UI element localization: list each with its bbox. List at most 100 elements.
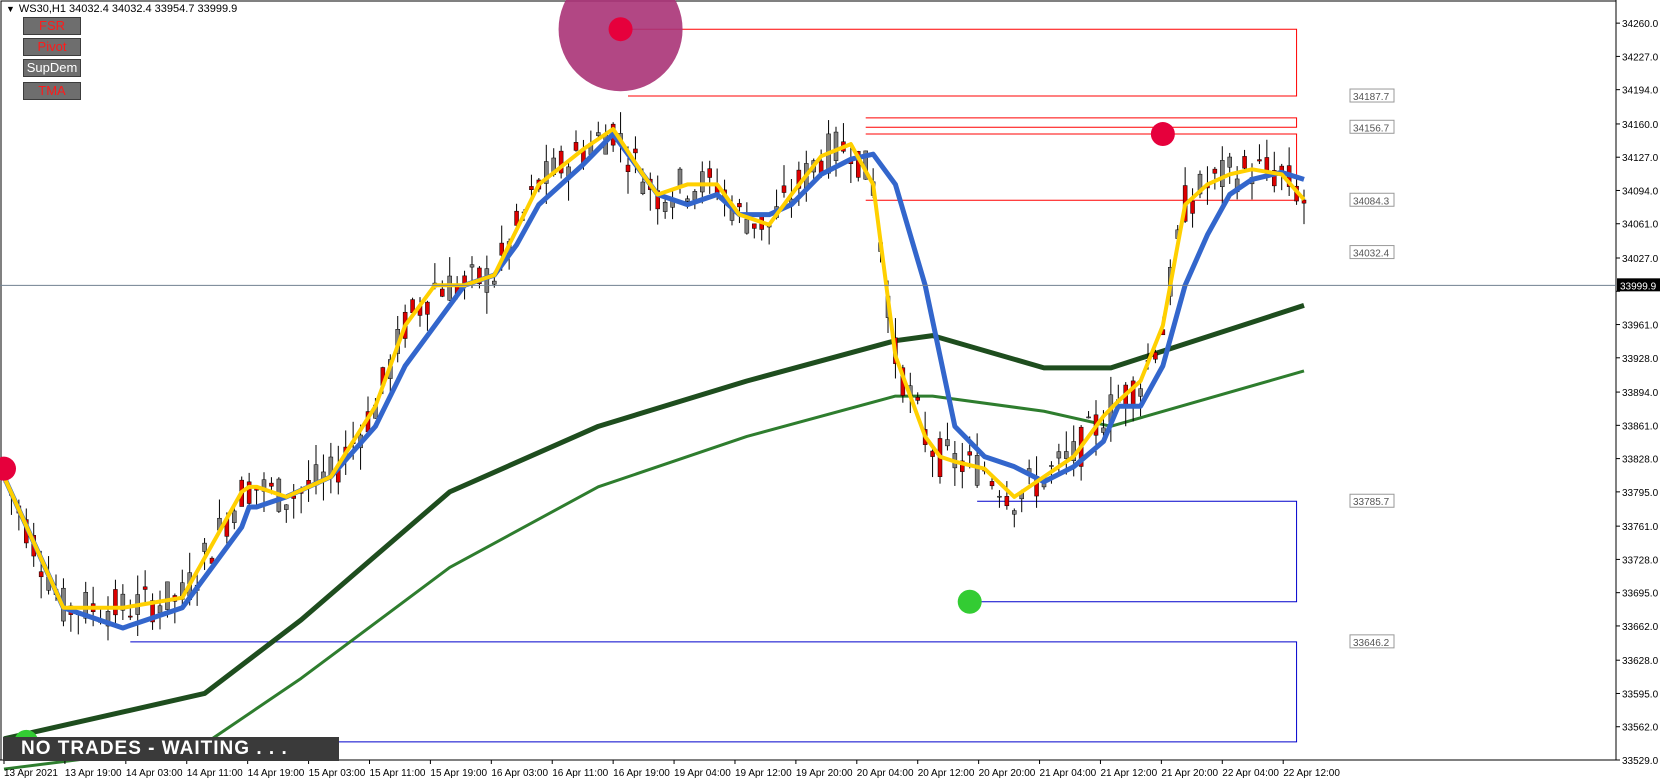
- candle-body: [997, 495, 1002, 498]
- pivot-bubble: [558, 0, 683, 92]
- x-tick-label-15: 20 Apr 12:00: [918, 768, 975, 779]
- current-price-label: 33999.9: [1620, 281, 1657, 292]
- candle-body: [833, 131, 839, 161]
- x-tick-label-7: 15 Apr 19:00: [430, 768, 487, 779]
- candle-body: [440, 288, 445, 297]
- y-tick-label-9: 33961.0: [1622, 321, 1659, 332]
- price-chart[interactable]: 33999.9 34187.7 34156.7 34084.3 34032.4 33785…: [0, 0, 1661, 782]
- y-tick-label-18: 33662.0: [1622, 622, 1659, 633]
- candle-body: [38, 571, 44, 578]
- level-label-0: 34187.7: [1353, 92, 1390, 103]
- zone-resistance-1: [865, 117, 1298, 128]
- x-tick-label-18: 21 Apr 12:00: [1100, 768, 1157, 779]
- y-tick-label-17: 33695.0: [1622, 589, 1659, 600]
- x-tick-label-20: 22 Apr 04:00: [1222, 768, 1279, 779]
- collapse-triangle-icon[interactable]: ▼: [6, 4, 15, 14]
- y-tick-label-10: 33928.0: [1622, 354, 1659, 365]
- candle-body: [989, 481, 995, 487]
- candle-body: [974, 455, 980, 486]
- candle-body: [625, 164, 631, 172]
- x-tick-label-19: 21 Apr 20:00: [1161, 768, 1218, 779]
- candle-body: [573, 142, 579, 151]
- candle-body: [1227, 156, 1232, 168]
- x-tick-label-4: 14 Apr 19:00: [248, 768, 305, 779]
- candle-body: [165, 581, 170, 610]
- x-tick-label-11: 19 Apr 04:00: [674, 768, 731, 779]
- x-tick-label-3: 14 Apr 11:00: [187, 768, 243, 779]
- candle-body: [1257, 159, 1262, 162]
- candle-body: [113, 589, 118, 616]
- candle-body: [662, 202, 668, 212]
- candle-body: [1212, 168, 1218, 174]
- x-tick-label-0: 13 Apr 2021: [4, 768, 58, 779]
- x-tick-label-2: 14 Apr 03:00: [126, 768, 183, 779]
- zone-support-4: [130, 641, 1298, 743]
- y-tick-label-20: 33595.0: [1622, 689, 1659, 700]
- x-tick-label-13: 19 Apr 20:00: [796, 768, 853, 779]
- candle-body: [945, 439, 950, 447]
- x-tick-label-14: 20 Apr 04:00: [857, 768, 914, 779]
- candle-body: [915, 397, 920, 401]
- x-tick-label-1: 13 Apr 19:00: [65, 768, 122, 779]
- y-tick-label-0: 34260.0: [1622, 19, 1659, 30]
- y-tick-label-15: 33761.0: [1622, 522, 1659, 533]
- y-tick-label-22: 33529.0: [1622, 756, 1659, 767]
- candle-body: [1004, 496, 1010, 507]
- candle-body: [492, 280, 497, 285]
- candle-body: [685, 198, 690, 202]
- candle-body: [447, 275, 452, 301]
- ma-slow-line: [3, 303, 1305, 742]
- candle-body: [529, 186, 534, 190]
- candle-body: [157, 605, 163, 614]
- zone-resistance-0: [628, 28, 1298, 97]
- x-tick-label-9: 16 Apr 11:00: [552, 768, 608, 779]
- x-tick-label-21: 22 Apr 12:00: [1283, 768, 1340, 779]
- y-tick-label-12: 33861.0: [1622, 421, 1659, 432]
- y-tick-label-19: 33628.0: [1622, 656, 1659, 667]
- tma-button[interactable]: TMA: [23, 82, 81, 100]
- candle-body: [1012, 510, 1017, 515]
- symbol-header: ▼ WS30,H1 34032.4 34032.4 33954.7 33999.9: [6, 3, 237, 15]
- candle-body: [1264, 157, 1270, 172]
- x-tick-label-17: 21 Apr 04:00: [1040, 768, 1097, 779]
- candle-body: [469, 264, 475, 268]
- y-tick-label-5: 34094.0: [1622, 186, 1659, 197]
- candle-body: [128, 615, 133, 618]
- y-tick-label-14: 33795.0: [1622, 488, 1659, 499]
- x-tick-label-12: 19 Apr 12:00: [735, 768, 792, 779]
- candle-body: [232, 510, 237, 523]
- level-label-5: 33646.2: [1353, 638, 1390, 649]
- candle-body: [425, 301, 430, 315]
- y-tick-label-2: 34194.0: [1622, 86, 1659, 97]
- ema-mid-line: [1, 131, 1305, 631]
- pivot-button[interactable]: Pivot: [23, 38, 81, 56]
- level-label-2: 34084.3: [1353, 196, 1390, 207]
- signal-sell-1: [608, 17, 633, 42]
- y-tick-label-11: 33894.0: [1622, 388, 1659, 399]
- y-tick-label-13: 33828.0: [1622, 455, 1659, 466]
- y-tick-label-4: 34127.0: [1622, 153, 1659, 164]
- candle-body: [1056, 451, 1062, 459]
- candle-body: [1049, 465, 1054, 467]
- y-tick-label-21: 33562.0: [1622, 723, 1659, 734]
- candle-body: [1220, 160, 1225, 188]
- level-label-4: 33785.7: [1353, 497, 1390, 508]
- chart-window[interactable]: 33999.9 34187.7 34156.7 34084.3 34032.4 33785…: [0, 0, 1661, 782]
- level-label-3: 34032.4: [1353, 249, 1390, 260]
- candle-body: [1086, 416, 1091, 419]
- y-tick-label-16: 33728.0: [1622, 555, 1659, 566]
- candle-body: [142, 586, 148, 590]
- candle-body: [700, 171, 705, 193]
- candle-body: [1153, 352, 1158, 360]
- zone-support-3: [977, 500, 1298, 603]
- signal-sell-0: [0, 456, 16, 481]
- candle-body: [692, 191, 698, 201]
- supdem-button[interactable]: SupDem: [23, 59, 81, 77]
- fsr-button[interactable]: FSR: [23, 17, 81, 35]
- symbol-quote-line: WS30,H1 34032.4 34032.4 33954.7 33999.9: [18, 3, 238, 15]
- candle-body: [967, 451, 972, 456]
- signal-sell-3: [1150, 122, 1175, 147]
- candle-body: [752, 223, 757, 229]
- y-tick-label-1: 34227.0: [1622, 52, 1659, 63]
- candle-body: [744, 218, 750, 234]
